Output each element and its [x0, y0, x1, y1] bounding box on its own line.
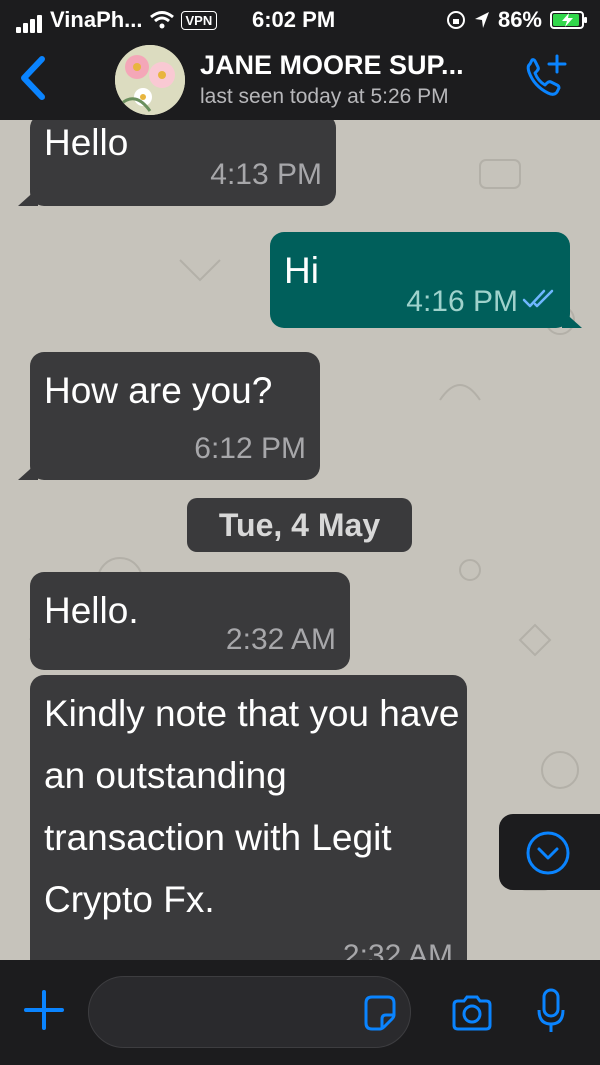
message-bubble-incoming[interactable]: How are you? 6:12 PM [18, 352, 320, 480]
contact-name[interactable]: JANE MOORE SUP... [200, 50, 464, 81]
lock-rotation-icon [446, 11, 465, 29]
message-bubble-outgoing[interactable]: Hi 4:16 PM [270, 232, 582, 328]
battery-charging-icon [550, 11, 587, 29]
status-time: 6:02 PM [252, 7, 336, 32]
message-time: 2:32 AM [225, 623, 336, 656]
message-text: Hi [284, 250, 319, 291]
carrier-name: VinaPh... [50, 7, 143, 32]
camera-icon[interactable] [450, 993, 494, 1033]
message-text: How are you? [44, 370, 273, 411]
chat-header: JANE MOORE SUP... last seen today at 5:2… [0, 40, 600, 120]
avatar[interactable] [115, 45, 185, 115]
message-text: Hello [44, 122, 129, 163]
mic-icon[interactable] [536, 988, 566, 1036]
message-time: 6:12 PM [194, 432, 306, 465]
message-time: 2:32 AM [342, 939, 453, 960]
message-text: Kindly note that you have an outstanding… [44, 693, 460, 920]
message-text: Hello. [44, 590, 139, 631]
location-icon [474, 12, 489, 28]
scroll-to-bottom-button[interactable] [499, 814, 600, 890]
battery-percent: 86% [497, 7, 542, 32]
message-bubble-incoming[interactable]: Hello 4:13 PM [18, 120, 336, 206]
plus-icon[interactable] [22, 988, 66, 1032]
message-bubble-incoming[interactable]: Kindly note that you have an outstanding… [30, 675, 467, 960]
message-time: 4:13 PM [210, 158, 322, 191]
message-time: 4:16 PM [406, 285, 518, 318]
status-bar: VinaPh... VPN 6:02 PM 86% [0, 0, 600, 40]
date-separator: Tue, 4 May [187, 498, 412, 552]
last-seen: last seen today at 5:26 PM [200, 85, 449, 108]
chevron-down-circle-icon[interactable] [525, 830, 571, 876]
double-check-read-icon [522, 289, 554, 308]
vpn-icon: VPN [180, 10, 218, 30]
composer-bar [0, 960, 600, 1065]
sticker-icon[interactable] [360, 993, 400, 1033]
chat-area[interactable]: Hello 4:13 PM Hi 4:16 PM How are you? 6:… [0, 120, 600, 960]
message-bubble-incoming[interactable]: Hello. 2:32 AM [30, 572, 350, 670]
back-chevron-icon[interactable] [14, 53, 50, 103]
add-call-icon[interactable] [520, 52, 570, 102]
wifi-icon [149, 11, 174, 29]
signal-icon [16, 7, 44, 33]
